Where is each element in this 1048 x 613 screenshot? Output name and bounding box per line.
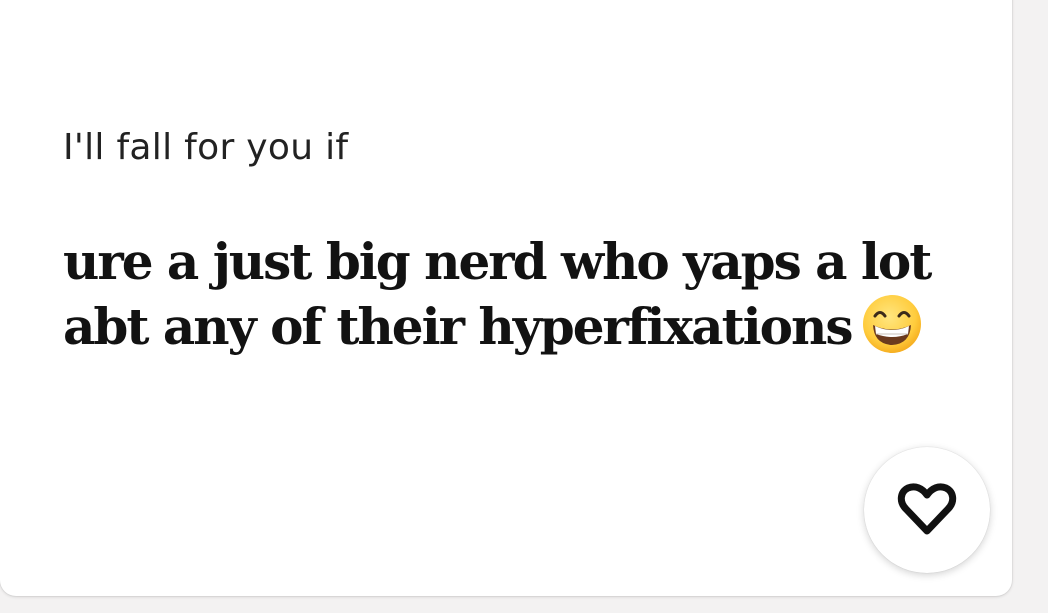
answer-line-2-text: abt any of their hyperfixations (63, 297, 854, 356)
screen: I'll fall for you if ure a just big nerd… (0, 0, 1048, 613)
prompt-question: I'll fall for you if (63, 127, 349, 168)
heart-icon (897, 483, 957, 535)
like-button[interactable] (864, 447, 990, 573)
prompt-answer: ure a just big nerd who yaps a lot abt a… (63, 230, 963, 359)
grinning-face-emoji-icon (862, 295, 921, 353)
answer-line-1: ure a just big nerd who yaps a lot (63, 232, 932, 291)
prompt-card: I'll fall for you if ure a just big nerd… (0, 0, 1012, 596)
answer-line-2: abt any of their hyperfixations (63, 294, 963, 359)
